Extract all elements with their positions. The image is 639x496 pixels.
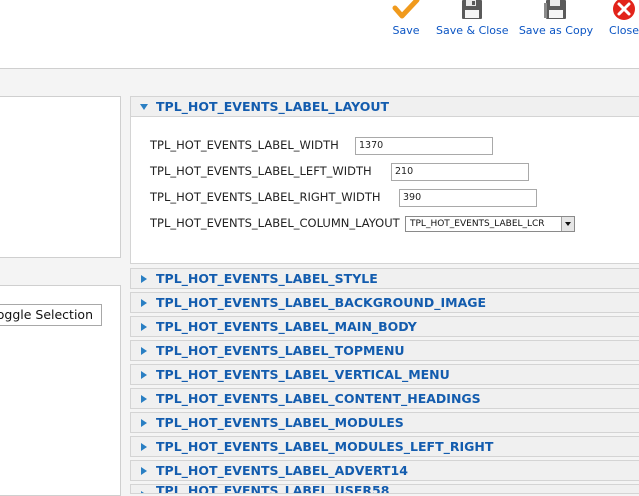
pane-header-style[interactable]: TPL_HOT_EVENTS_LABEL_STYLE — [130, 268, 639, 289]
chevron-right-icon — [141, 419, 147, 427]
checkmark-icon — [392, 0, 420, 26]
save-close-button[interactable]: Save & Close — [436, 0, 509, 46]
pane-title: TPL_HOT_EVENTS_LABEL_MODULES — [156, 415, 404, 430]
chevron-right-icon — [141, 323, 147, 331]
column-layout-value: TPL_HOT_EVENTS_LABEL_LCR — [410, 219, 545, 229]
pane-header-modules-left-right[interactable]: TPL_HOT_EVENTS_LABEL_MODULES_LEFT_RIGHT — [130, 436, 639, 457]
pane-header-background-image[interactable]: TPL_HOT_EVENTS_LABEL_BACKGROUND_IMAGE — [130, 292, 639, 313]
save-copy-label: Save as Copy — [518, 24, 594, 37]
pane-header-modules[interactable]: TPL_HOT_EVENTS_LABEL_MODULES — [130, 412, 639, 433]
pane-title: TPL_HOT_EVENTS_LABEL_VERTICAL_MENU — [156, 367, 450, 382]
pane-header-main-body[interactable]: TPL_HOT_EVENTS_LABEL_MAIN_BODY — [130, 316, 639, 337]
save-copy-button[interactable]: Save as Copy — [518, 0, 594, 46]
chevron-right-icon — [141, 467, 147, 475]
right-width-label: TPL_HOT_EVENTS_LABEL_RIGHT_WIDTH — [150, 190, 381, 204]
floppy-disk-copy-icon — [543, 0, 569, 24]
right-width-input[interactable] — [399, 189, 537, 207]
toggle-selection-button[interactable]: Toggle Selection — [0, 304, 102, 326]
pane-title: TPL_HOT_EVENTS_LABEL_STYLE — [156, 271, 378, 286]
left-width-input[interactable] — [391, 163, 529, 181]
chevron-right-icon — [141, 371, 147, 379]
layout-pane-body: TPL_HOT_EVENTS_LABEL_WIDTH TPL_HOT_EVENT… — [130, 117, 639, 264]
chevron-down-icon — [140, 104, 148, 110]
close-label: Close — [609, 24, 639, 37]
chevron-down-icon — [561, 217, 574, 231]
pane-header-advert14[interactable]: TPL_HOT_EVENTS_LABEL_ADVERT14 — [130, 460, 639, 481]
pane-header-vertical-menu[interactable]: TPL_HOT_EVENTS_LABEL_VERTICAL_MENU — [130, 364, 639, 385]
pane-title: TPL_HOT_EVENTS_LABEL_MODULES_LEFT_RIGHT — [156, 439, 494, 454]
pane-title: TPL_HOT_EVENTS_LABEL_CONTENT_HEADINGS — [156, 391, 481, 406]
chevron-right-icon — [141, 299, 147, 307]
column-layout-select[interactable]: TPL_HOT_EVENTS_LABEL_LCR — [405, 216, 575, 232]
toolbar-divider — [0, 46, 639, 69]
close-icon — [612, 0, 636, 26]
floppy-disk-icon — [460, 0, 484, 24]
pane-title: TPL_HOT_EVENTS_LABEL_USER58 — [156, 484, 390, 494]
save-close-label: Save & Close — [436, 24, 509, 37]
pane-title: TPL_HOT_EVENTS_LABEL_BACKGROUND_IMAGE — [156, 295, 487, 310]
width-input[interactable] — [355, 137, 493, 155]
column-layout-label: TPL_HOT_EVENTS_LABEL_COLUMN_LAYOUT — [150, 216, 400, 230]
left-width-label: TPL_HOT_EVENTS_LABEL_LEFT_WIDTH — [150, 164, 372, 178]
pane-title: TPL_HOT_EVENTS_LABEL_TOPMENU — [156, 343, 405, 358]
toggle-selection-label: Toggle Selection — [0, 307, 93, 322]
chevron-right-icon — [141, 275, 147, 283]
chevron-right-icon — [141, 347, 147, 355]
pane-title: TPL_HOT_EVENTS_LABEL_ADVERT14 — [156, 463, 408, 478]
width-label: TPL_HOT_EVENTS_LABEL_WIDTH — [150, 138, 339, 152]
close-button[interactable]: Close — [604, 0, 639, 46]
pane-title: TPL_HOT_EVENTS_LABEL_LAYOUT — [156, 99, 390, 114]
pane-header-content-headings[interactable]: TPL_HOT_EVENTS_LABEL_CONTENT_HEADINGS — [130, 388, 639, 409]
toolbar: Save Save & Close Save as Copy Close — [0, 0, 639, 46]
chevron-right-icon — [141, 395, 147, 403]
save-label: Save — [392, 24, 420, 37]
pane-header-topmenu[interactable]: TPL_HOT_EVENTS_LABEL_TOPMENU — [130, 340, 639, 361]
chevron-right-icon — [141, 443, 147, 451]
save-button[interactable]: Save — [386, 0, 426, 46]
left-panel-bottom: Toggle Selection — [0, 285, 121, 496]
left-panel-top — [0, 96, 121, 258]
pane-title: TPL_HOT_EVENTS_LABEL_MAIN_BODY — [156, 319, 417, 334]
pane-header-user58[interactable]: TPL_HOT_EVENTS_LABEL_USER58 — [130, 484, 639, 494]
pane-header-layout[interactable]: TPL_HOT_EVENTS_LABEL_LAYOUT — [130, 96, 639, 117]
